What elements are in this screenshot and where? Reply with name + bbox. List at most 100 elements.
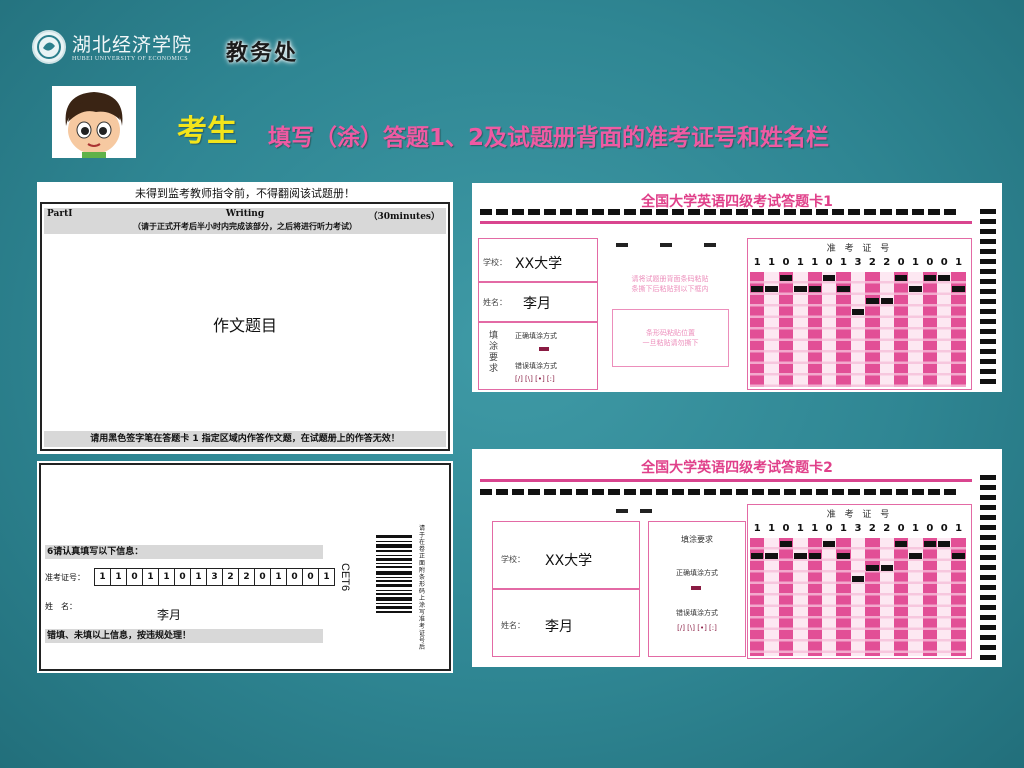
confirm-info-band: 6请认真填写以下信息：	[45, 545, 323, 559]
ticket-digit: 1	[143, 569, 159, 585]
id-bubble-filled	[808, 552, 821, 559]
id-bubble-column	[893, 538, 909, 656]
id-bubble-column	[850, 272, 866, 387]
id-bubble-filled	[794, 286, 807, 293]
id-bubble-filled	[894, 274, 908, 281]
office-name: 教务处	[226, 40, 299, 66]
card1-divider	[479, 321, 597, 323]
exam-paper-warning: 未得到监考教师指令前，不得翻阅该试题册！	[135, 187, 355, 200]
card2-name-value: 李月	[545, 619, 573, 635]
card2-info-box: 学校： XX大学 姓名： 李月	[492, 521, 640, 657]
id-bubble-column	[951, 272, 966, 387]
id-bubble-filled	[794, 552, 807, 559]
card1-dash	[704, 243, 716, 247]
vertical-note: 请于在卷正面附条形码上涂写准考证号后	[419, 525, 426, 651]
card1-wrong-marks: [/] [\] [•] [:]	[515, 375, 555, 383]
card1-id-digits: 1 1 0 1 1 0 1 3 2 2 0 1 0 0 1	[750, 257, 966, 268]
card1-title: 全国大学英语四级考试答题卡1	[641, 194, 833, 210]
card2-id-digit: 1	[955, 523, 963, 534]
id-bubble-filled	[751, 552, 764, 559]
card1-id-digit: 0	[897, 257, 905, 268]
id-bubble-filled	[952, 286, 965, 293]
writing-footer-note: 请用黑色签字笔在答题卡 1 指定区域内作答作文题，在试题册上的作答无效！	[44, 431, 446, 447]
card1-id-digit: 0	[940, 257, 948, 268]
id-bubble-filled	[909, 286, 922, 293]
card1-correct-label: 正确填涂方式	[515, 332, 557, 340]
ticket-digit: 1	[271, 569, 287, 585]
card1-id-digit: 0	[825, 257, 833, 268]
card2-divider	[493, 588, 639, 590]
card2-id-digit: 1	[811, 523, 819, 534]
id-bubble-column	[821, 272, 837, 387]
card1-id-digit: 3	[854, 257, 862, 268]
id-bubble-column	[865, 272, 880, 387]
id-bubble-column	[750, 538, 765, 656]
card2-fill-box: 填涂要求 正确填涂方式 错误填涂方式 [/] [\] [•] [:]	[648, 521, 746, 657]
id-bubble-column	[821, 538, 837, 656]
id-bubble-filled	[866, 297, 879, 304]
card1-id-digit: 1	[912, 257, 919, 268]
card2-id-bubble-grid	[750, 538, 966, 656]
card2-id-digit: 2	[868, 523, 876, 534]
ticket-digit: 0	[287, 569, 303, 585]
card1-barcode-note-line1: 请将试题册背面条码粘贴	[631, 275, 709, 283]
ticket-digit: 1	[111, 569, 127, 585]
id-bubble-filled	[851, 309, 865, 316]
id-bubble-column	[937, 538, 952, 656]
card1-id-digit: 1	[753, 257, 761, 268]
cet-label: CET6	[339, 563, 351, 592]
card2-id-digit: 1	[840, 523, 848, 534]
id-bubble-filled	[822, 540, 836, 547]
card2-id-digits: 1 1 0 1 1 0 1 3 2 2 0 1 0 0 1	[750, 523, 966, 534]
card1-name-value: 李月	[523, 296, 551, 312]
card2-dash	[616, 509, 628, 513]
exam-paper-writing: 未得到监考教师指令前，不得翻阅该试题册！ PartI Writing （30mi…	[37, 182, 453, 454]
ticket-digit: 1	[323, 572, 330, 582]
id-bubble-filled	[851, 576, 865, 583]
card1-barcode-note: 请将试题册背面条码粘贴 条撕下后粘贴到以下框内	[610, 274, 730, 294]
card1-id-digit: 2	[883, 257, 891, 268]
card1-id-digit: 0	[926, 257, 934, 268]
card1-paste-note-line1: 条形码粘贴位置	[646, 329, 695, 337]
card2-id-grid-box: 准 考 证 号 1 1 0 1 1 0 1 3 2 2 0 1 0 0 1	[747, 504, 972, 659]
card2-id-digit: 1	[912, 523, 919, 534]
card2-wrong-marks: [/] [\] [•] [:]	[677, 624, 717, 632]
ticket-digit: 1	[159, 569, 175, 585]
card2-correct-mark	[691, 586, 701, 590]
card2-dash	[640, 509, 652, 513]
penalty-band: 错填、未填以上信息，按违规处理！	[45, 629, 323, 643]
card1-info-box: 学校： XX大学 姓名： 李月 填涂要求 正确填涂方式 错误填涂方式 [/] […	[478, 238, 598, 390]
id-bubble-filled	[938, 274, 951, 281]
card1-dash	[660, 243, 672, 247]
exam-paper-back-cover: 6请认真填写以下信息： 准考证号： 1 1 0 1 1 0 1 3 2 2 0 …	[37, 461, 453, 673]
card1-id-digit: 1	[796, 257, 804, 268]
ticket-digit: 0	[303, 569, 319, 585]
id-bubble-column	[793, 272, 808, 387]
student-avatar-icon	[52, 86, 136, 158]
card2-id-digit: 0	[940, 523, 948, 534]
ticket-digit: 0	[255, 569, 271, 585]
card2-fill-label: 填涂要求	[681, 535, 713, 544]
id-bubble-column	[836, 272, 851, 387]
card1-correct-mark	[539, 347, 549, 351]
card2-school-value: XX大学	[545, 553, 593, 569]
card1-barcode-paste-box: 条形码粘贴位置 一旦粘贴请勿撕下	[612, 309, 729, 367]
ticket-digit: 0	[175, 569, 191, 585]
id-bubble-column	[922, 272, 938, 387]
card2-id-digit: 0	[782, 523, 790, 534]
id-bubble-column	[922, 538, 938, 656]
id-bubble-column	[793, 538, 808, 656]
card2-title-rule	[480, 479, 972, 482]
card2-id-digit: 2	[883, 523, 891, 534]
ticket-digit: 0	[127, 569, 143, 585]
card1-timing-marks	[480, 209, 960, 215]
id-bubble-filled	[894, 540, 908, 547]
answer-card-1: 全国大学英语四级考试答题卡1 学校： XX大学 姓名： 李月 填涂要求 正确填涂…	[472, 183, 1002, 392]
card2-id-digit: 0	[825, 523, 833, 534]
name-value: 李月	[157, 608, 182, 622]
card2-school-label: 学校：	[501, 555, 525, 564]
card1-id-header: 准 考 证 号	[826, 244, 893, 254]
id-bubble-column	[879, 538, 894, 656]
card2-id-digit: 1	[753, 523, 761, 534]
ticket-digit: 2	[239, 569, 255, 585]
